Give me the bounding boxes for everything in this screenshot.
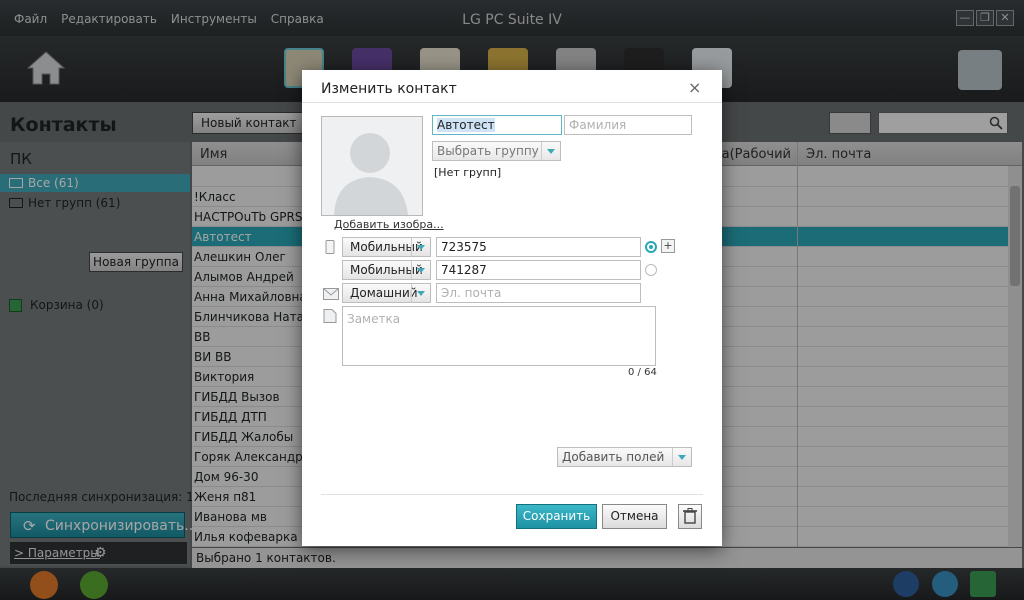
group-select[interactable]: Выбрать группу <box>432 141 561 161</box>
cancel-button[interactable]: Отмена <box>602 504 667 529</box>
divider <box>321 494 703 495</box>
last-name-placeholder: Фамилия <box>569 118 627 132</box>
first-name-value: Автотест <box>437 118 495 132</box>
phone-type-select[interactable]: Мобильный <box>342 260 431 280</box>
primary-phone-radio[interactable] <box>645 241 657 253</box>
primary-phone-radio[interactable] <box>645 264 657 276</box>
email-field[interactable]: Эл. почта <box>436 283 641 303</box>
phone-value: 723575 <box>441 240 487 254</box>
contact-photo[interactable] <box>321 116 423 216</box>
note-icon <box>323 309 337 323</box>
divider <box>302 102 722 103</box>
phone-icon <box>325 240 335 254</box>
dialog-title: Изменить контакт <box>321 81 457 97</box>
phone-field[interactable]: 723575 <box>436 237 641 257</box>
add-fields-select[interactable]: Добавить полей <box>557 447 692 467</box>
chevron-down-icon <box>411 261 430 279</box>
group-value: [Нет групп] <box>434 166 502 179</box>
phone-type-select[interactable]: Мобильный <box>342 237 431 257</box>
note-placeholder: Заметка <box>347 312 401 326</box>
delete-button[interactable] <box>678 504 702 529</box>
chevron-down-icon <box>411 238 430 256</box>
edit-contact-dialog: Изменить контакт × Добавить изобра... Ав… <box>302 70 722 546</box>
first-name-field[interactable]: Автотест <box>432 115 562 135</box>
dialog-close-icon[interactable]: × <box>688 78 701 97</box>
phone-field[interactable]: 741287 <box>436 260 641 280</box>
note-char-counter: 0 / 64 <box>628 367 657 378</box>
add-fields-label: Добавить полей <box>562 450 665 464</box>
phone-value: 741287 <box>441 263 487 277</box>
note-field[interactable]: Заметка <box>342 306 656 366</box>
trash-icon <box>683 508 697 524</box>
email-type-select[interactable]: Домашний <box>342 283 431 303</box>
group-select-label: Выбрать группу <box>437 144 539 158</box>
avatar-placeholder-icon <box>322 117 422 215</box>
email-icon <box>323 288 339 300</box>
chevron-down-icon <box>672 448 691 466</box>
email-type-label: Домашний <box>350 286 418 300</box>
last-name-field[interactable]: Фамилия <box>564 115 692 135</box>
chevron-down-icon <box>541 142 560 160</box>
add-phone-button[interactable]: + <box>661 239 675 253</box>
add-image-link[interactable]: Добавить изобра... <box>334 218 444 231</box>
email-placeholder: Эл. почта <box>441 286 502 300</box>
chevron-down-icon <box>411 284 430 302</box>
save-button[interactable]: Сохранить <box>516 504 597 529</box>
